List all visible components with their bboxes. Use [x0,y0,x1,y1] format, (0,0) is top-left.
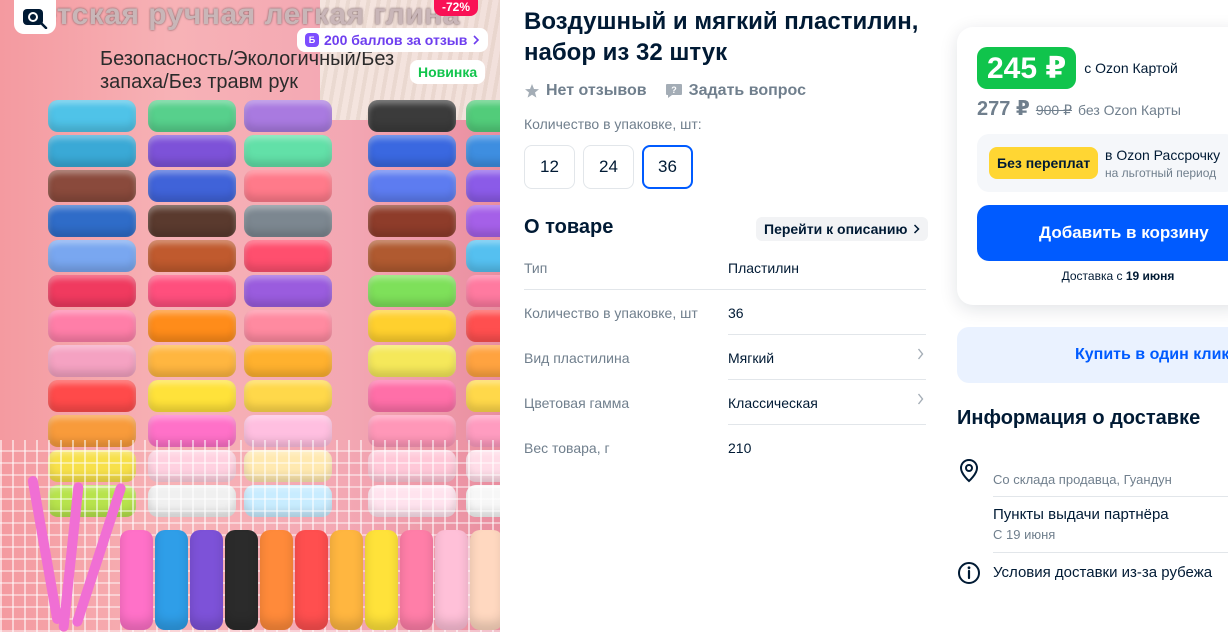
delivery-info-title: Информация о доставке [957,407,1201,429]
delivery-conditions-label: Условия доставки из-за рубежа [993,564,1213,581]
installment-banner[interactable]: Без переплат в Ozon Рассрочку на льготны… [977,134,1228,192]
spec-row: Тип Пластилин [524,245,926,290]
product-image[interactable]: етская ручная легкая глина Безопасность/… [0,0,500,632]
chevron-right-icon [917,348,924,360]
price-card: 245 ₽ с Ozon Картой 277 ₽ 900 ₽ без Ozon… [957,27,1228,305]
pickup-title: Пункты выдачи партнёра [993,506,1169,523]
image-clay-bottom-row [120,530,500,630]
ask-question-link[interactable]: Задать вопрос [689,82,806,100]
card-price: 245 ₽ с Ozon Картой [977,47,1178,89]
delivery-pickup[interactable]: Пункты выдачи партнёра С 19 июня [957,506,1228,546]
delivery-date-note: Доставка с 19 июня [957,269,1228,283]
info-icon [958,562,980,584]
spec-key: Вид пластилина [524,349,630,366]
quantity-option-12[interactable]: 12 [524,145,575,189]
warehouse-text: Со склада продавца, Гуандун [993,472,1172,487]
discount-badge: -72% [434,0,479,16]
chevron-right-icon [917,393,924,405]
delivery-divider [993,552,1228,553]
question-chat-icon: ? [665,84,682,98]
reviews-link[interactable]: Нет отзывов [546,82,647,100]
spec-key: Вес товара, г [524,439,610,456]
delivery-conditions[interactable]: Условия доставки из-за рубежа [957,561,1228,587]
delivery-date-value: 19 июня [1125,269,1175,283]
spec-key: Количество в упаковке, шт [524,304,698,321]
star-icon [525,84,539,98]
chevron-right-icon [473,35,480,45]
review-points-badge[interactable]: Б 200 баллов за отзыв [297,28,489,52]
svg-text:?: ? [671,85,677,95]
quantity-label: Количество в упаковке, шт: [524,116,702,132]
spec-key: Цветовая гамма [524,394,630,411]
regular-price: 277 ₽ 900 ₽ без Ozon Карты [977,96,1181,121]
installment-title: в Ozon Рассрочку [1105,147,1221,163]
points-coin-icon: Б [305,33,319,47]
installment-badge: Без переплат [989,147,1099,179]
product-title: Воздушный и мягкий пластилин, набор из 3… [524,8,919,66]
ozon-card-caption: с Ozon Картой [1084,60,1178,76]
pickup-date: С 19 июня [993,527,1056,542]
review-points-label: 200 баллов за отзыв [324,32,468,48]
quantity-option-24[interactable]: 24 [583,145,634,189]
spec-row: Вид пластилина Мягкий [524,335,926,380]
quantity-options: 12 24 36 [524,145,693,189]
spec-value-link[interactable]: Мягкий [728,350,774,366]
buy-one-click-button[interactable]: Купить в один клик [957,327,1228,383]
about-product-title: О товаре [524,216,614,238]
goto-description-label: Перейти к описанию [764,221,908,237]
add-to-cart-button[interactable]: Добавить в корзину [977,205,1228,261]
product-meta: Нет отзывов ? Задать вопрос [524,80,806,102]
spec-value: 210 [728,439,752,456]
new-badge: Новинка [410,60,486,84]
chevron-right-icon [914,224,920,234]
ozon-card-price: 245 ₽ [977,47,1077,89]
regular-price-caption: без Ozon Карты [1078,102,1181,118]
spec-value-link[interactable]: Классическая [728,395,818,411]
delivery-divider [993,496,1228,497]
old-price-value: 900 ₽ [1035,102,1072,118]
product-page: етская ручная легкая глина Безопасность/… [0,0,1228,632]
camera-search-icon-svg [23,9,48,29]
location-pin-icon [959,458,979,483]
image-subtext: Безопасность/Экологичный/Без запаха/Без … [100,48,394,94]
goto-description-button[interactable]: Перейти к описанию [756,217,929,241]
spec-row: Количество в упаковке, шт 36 [524,290,926,335]
quantity-option-36[interactable]: 36 [642,145,693,189]
regular-price-value: 277 ₽ [977,98,1030,120]
spec-key: Тип [524,259,548,276]
spec-value: 36 [728,304,744,321]
delivery-warehouse: Со склада продавца, Гуандун [957,458,1228,498]
spec-row: Цветовая гамма Классическая [524,380,926,425]
specs-table: Тип Пластилин Количество в упаковке, шт … [524,245,926,470]
spec-value: Пластилин [728,259,799,276]
image-subtext-line: запаха/Без травм рук [100,71,298,93]
delivery-date-prefix: Доставка с [1061,269,1123,283]
installment-subtitle: на льготный период [1105,166,1217,180]
camera-search-icon[interactable] [14,0,56,34]
spec-row: Вес товара, г 210 [524,425,926,470]
